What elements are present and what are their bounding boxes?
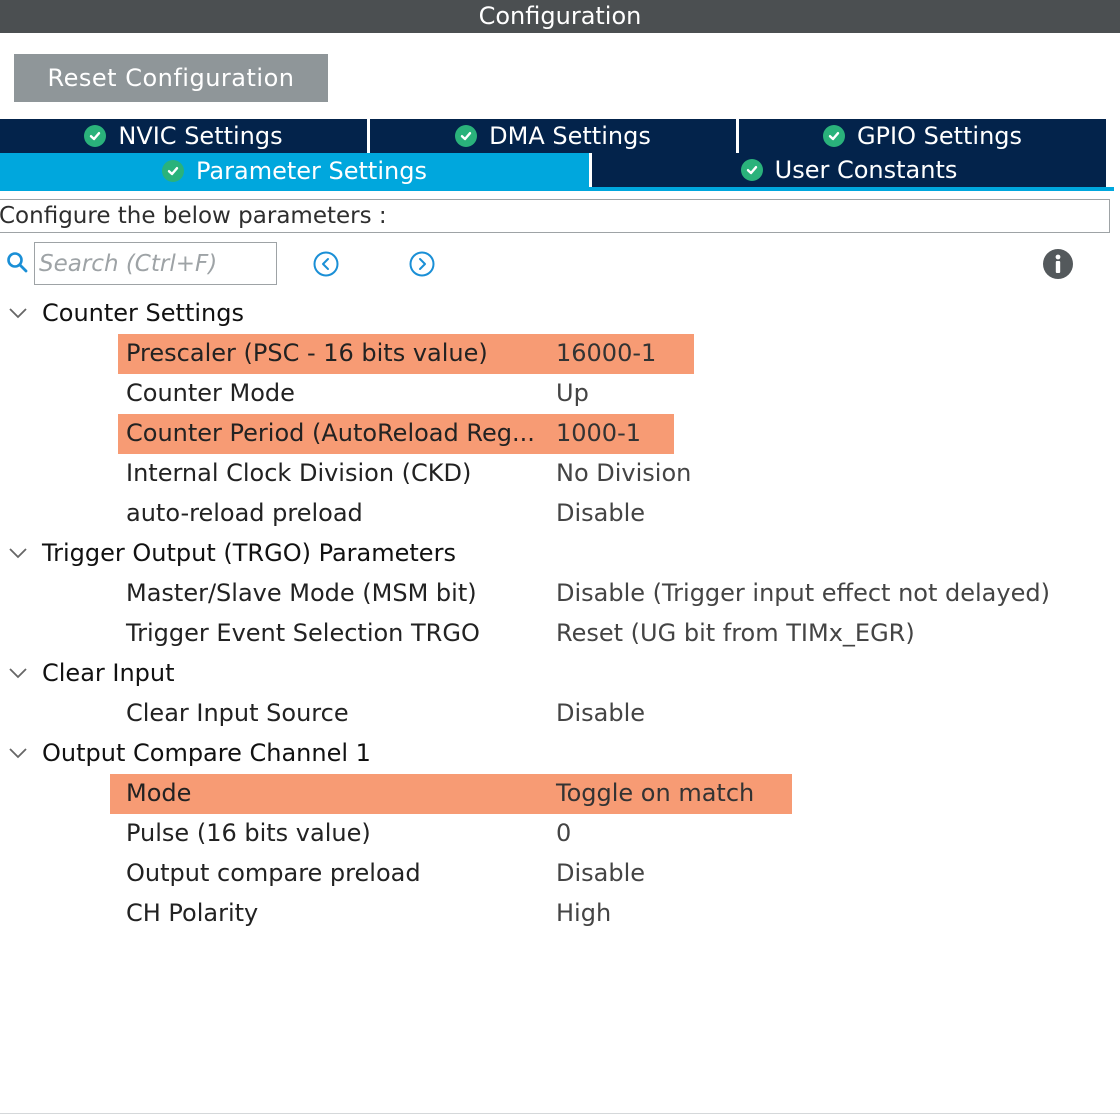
group-trigger-output[interactable]: Trigger Output (TRGO) Parameters	[0, 533, 1120, 573]
info-icon[interactable]	[1042, 248, 1074, 280]
param-name: Mode	[126, 779, 192, 807]
check-circle-icon	[84, 125, 107, 147]
parameters-description: Configure the below parameters :	[0, 199, 1110, 233]
next-match-button[interactable]	[409, 251, 435, 277]
param-row-output-compare-preload[interactable]: Output compare preload Disable	[0, 853, 1120, 893]
check-circle-icon	[740, 159, 763, 181]
param-value: No Division	[556, 459, 692, 487]
param-value: Up	[556, 379, 589, 407]
param-name: Counter Period (AutoReload Reg...	[126, 419, 535, 447]
param-value: Disable	[556, 699, 646, 727]
param-row-pulse[interactable]: Pulse (16 bits value) 0	[0, 813, 1120, 853]
param-name: Counter Mode	[126, 379, 295, 407]
param-row-mode[interactable]: Mode Toggle on match	[0, 773, 1120, 813]
group-counter-settings[interactable]: Counter Settings	[0, 293, 1120, 333]
tab-label: NVIC Settings	[118, 122, 283, 150]
param-name: Output compare preload	[126, 859, 421, 887]
param-row-trigger-event-selection[interactable]: Trigger Event Selection TRGO Reset (UG b…	[0, 613, 1120, 653]
param-row-auto-reload-preload[interactable]: auto-reload preload Disable	[0, 493, 1120, 533]
chevron-right-circle-icon	[409, 251, 435, 277]
reset-configuration-button[interactable]: Reset Configuration	[14, 54, 328, 102]
check-circle-icon	[822, 125, 845, 147]
param-name: auto-reload preload	[126, 499, 363, 527]
panel-bottom-border	[0, 1113, 1120, 1114]
chevron-down-icon	[9, 748, 27, 759]
param-row-clock-division[interactable]: Internal Clock Division (CKD) No Divisio…	[0, 453, 1120, 493]
param-row-counter-period[interactable]: Counter Period (AutoReload Reg... 1000-1	[0, 413, 1120, 453]
group-label: Clear Input	[42, 659, 175, 687]
param-name: Clear Input Source	[126, 699, 349, 727]
param-value: Disable	[556, 499, 646, 527]
tab-user-constants[interactable]: User Constants	[592, 153, 1106, 187]
search-icon	[6, 251, 30, 279]
param-value: 16000-1	[556, 339, 657, 367]
param-name: CH Polarity	[126, 899, 259, 927]
param-value: Disable	[556, 859, 646, 887]
check-circle-icon	[455, 125, 478, 147]
chevron-down-icon	[9, 548, 27, 559]
param-value: Disable (Trigger input effect not delaye…	[556, 579, 1050, 607]
tab-dma-settings[interactable]: DMA Settings	[370, 119, 736, 153]
group-output-compare-channel-1[interactable]: Output Compare Channel 1	[0, 733, 1120, 773]
tabs-underline	[0, 187, 1114, 191]
param-name: Trigger Event Selection TRGO	[126, 619, 480, 647]
tab-label: Parameter Settings	[196, 157, 427, 185]
tab-label: DMA Settings	[489, 122, 651, 150]
chevron-left-circle-icon	[313, 251, 339, 277]
configuration-panel: Configuration Reset Configuration NVIC S…	[0, 0, 1120, 1120]
param-name: Pulse (16 bits value)	[126, 819, 371, 847]
param-value: High	[556, 899, 612, 927]
tab-nvic-settings[interactable]: NVIC Settings	[0, 119, 367, 153]
previous-match-button[interactable]	[313, 251, 339, 277]
param-name: Prescaler (PSC - 16 bits value)	[126, 339, 488, 367]
tab-gpio-settings[interactable]: GPIO Settings	[739, 119, 1106, 153]
chevron-down-icon	[9, 308, 27, 319]
param-row-master-slave-mode[interactable]: Master/Slave Mode (MSM bit) Disable (Tri…	[0, 573, 1120, 613]
chevron-down-icon	[9, 668, 27, 679]
param-row-clear-input-source[interactable]: Clear Input Source Disable	[0, 693, 1120, 733]
group-clear-input[interactable]: Clear Input	[0, 653, 1120, 693]
window-title: Configuration	[0, 0, 1120, 33]
search-input[interactable]	[34, 242, 277, 285]
group-label: Trigger Output (TRGO) Parameters	[42, 539, 456, 567]
check-circle-icon	[162, 160, 185, 182]
param-name: Master/Slave Mode (MSM bit)	[126, 579, 477, 607]
tab-label: User Constants	[774, 156, 958, 184]
group-label: Counter Settings	[42, 299, 244, 327]
param-name: Internal Clock Division (CKD)	[126, 459, 472, 487]
group-label: Output Compare Channel 1	[42, 739, 371, 767]
param-row-ch-polarity[interactable]: CH Polarity High	[0, 893, 1120, 933]
param-row-prescaler[interactable]: Prescaler (PSC - 16 bits value) 16000-1	[0, 333, 1120, 373]
param-value: Toggle on match	[556, 779, 755, 807]
param-value: 0	[556, 819, 572, 847]
param-row-counter-mode[interactable]: Counter Mode Up	[0, 373, 1120, 413]
param-value: Reset (UG bit from TIMx_EGR)	[556, 619, 915, 647]
tab-label: GPIO Settings	[856, 122, 1023, 150]
param-value: 1000-1	[556, 419, 642, 447]
tab-parameter-settings[interactable]: Parameter Settings	[0, 153, 589, 189]
